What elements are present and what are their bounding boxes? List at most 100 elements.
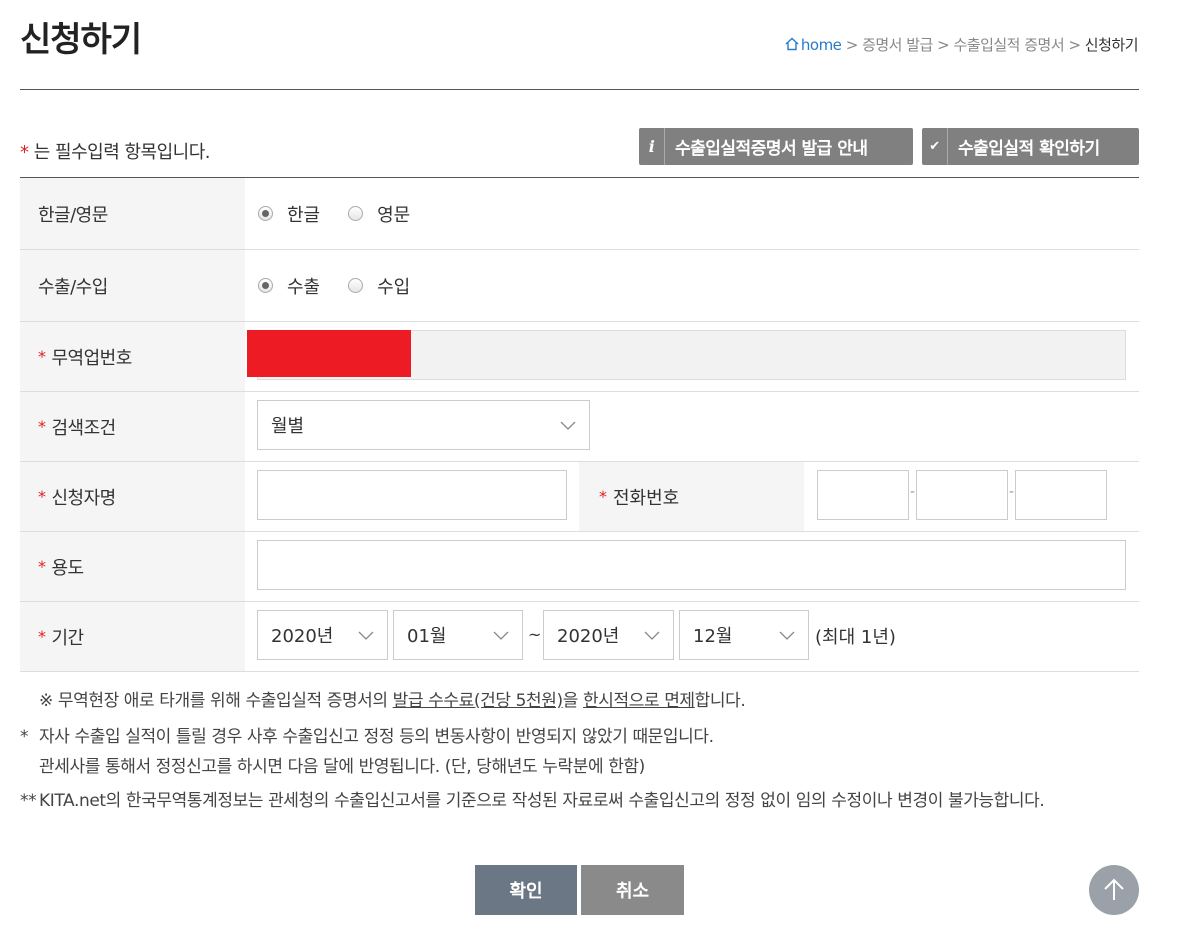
chevron-down-icon <box>493 631 509 640</box>
from-month-select[interactable]: 01월 <box>393 610 523 660</box>
radio-korean[interactable]: 한글 <box>258 201 320 227</box>
issue-guide-label: 수출입실적증명서 발급 안내 <box>675 139 868 159</box>
required-mark: * <box>38 487 46 506</box>
note-correction-line1: 자사 수출입 실적이 틀릴 경우 사후 수출입신고 정정 등의 변동사항이 반영… <box>39 727 714 747</box>
search-condition-select[interactable]: 월별 <box>257 400 590 450</box>
trade-number-label: 무역업번호 <box>51 347 133 369</box>
note-kita-statistics: ** KITA.net의 한국무역통계정보는 관세청의 수출입신고서를 기준으로… <box>20 786 1150 816</box>
radio-import-label: 수입 <box>377 276 411 298</box>
form-row-purpose: * 용도 <box>20 532 1139 602</box>
breadcrumb-item-trade-certificate[interactable]: 수출입실적 증명서 <box>953 36 1064 54</box>
period-max-note: (최대 1년) <box>815 627 896 648</box>
to-month-select[interactable]: 12월 <box>679 610 809 660</box>
period-tilde: ~ <box>528 625 542 644</box>
title-divider <box>20 89 1139 90</box>
required-mark: * <box>38 417 46 436</box>
redaction-block <box>247 330 411 377</box>
radio-english-label: 영문 <box>377 204 411 226</box>
notes-section: ※ 무역현장 애로 타개를 위해 수출입실적 증명서의 발급 수수료(건당 5천… <box>20 686 1150 816</box>
purpose-header: * 용도 <box>20 532 245 601</box>
period-header: * 기간 <box>20 602 245 671</box>
chevron-down-icon <box>358 631 374 640</box>
note-correction: * 자사 수출입 실적이 틀릴 경우 사후 수출입신고 정정 등의 변동사항이 … <box>20 722 1150 782</box>
note-kita-text: KITA.net의 한국무역통계정보는 관세청의 수출입신고서를 기준으로 작성… <box>39 791 1045 811</box>
confirm-button[interactable]: 확인 <box>475 865 577 915</box>
phone-input-2[interactable] <box>916 470 1008 520</box>
issue-guide-button[interactable]: i 수출입실적증명서 발급 안내 <box>639 128 913 165</box>
breadcrumb: home > 증명서 발급 > 수출입실적 증명서 > 신청하기 <box>785 34 1139 55</box>
phone-label: 전화번호 <box>613 487 680 509</box>
purpose-label: 용도 <box>51 557 85 579</box>
radio-korean-label: 한글 <box>287 204 321 226</box>
from-month-value: 01월 <box>407 626 447 647</box>
required-note-text: 는 필수입력 항목입니다. <box>33 142 211 163</box>
note-text: 합니다. <box>694 691 746 711</box>
phone-header: * 전화번호 <box>579 462 804 531</box>
phone-input-1[interactable] <box>817 470 909 520</box>
radio-dot <box>348 206 364 221</box>
language-label: 한글/영문 <box>20 178 245 249</box>
check-record-button[interactable]: ✔ 수출입실적 확인하기 <box>922 128 1139 165</box>
required-mark: * <box>38 557 46 576</box>
note-marker: * <box>20 727 29 747</box>
note-fee-exemption: ※ 무역현장 애로 타개를 위해 수출입실적 증명서의 발급 수수료(건당 5천… <box>20 686 1150 716</box>
to-year-value: 2020년 <box>557 626 620 647</box>
chevron-down-icon <box>779 631 795 640</box>
radio-export[interactable]: 수출 <box>258 273 320 299</box>
radio-dot <box>258 278 273 293</box>
scroll-top-button[interactable] <box>1089 865 1139 915</box>
required-mark: * <box>599 487 607 506</box>
trade-type-label: 수출/수입 <box>20 250 245 321</box>
form-row-applicant: * 신청자명 * 전화번호 - - <box>20 462 1139 532</box>
phone-separator: - <box>910 484 916 500</box>
from-year-select[interactable]: 2020년 <box>257 610 388 660</box>
radio-english[interactable]: 영문 <box>348 201 410 227</box>
applicant-name-input[interactable] <box>257 470 567 520</box>
required-mark: * <box>38 347 46 366</box>
radio-dot <box>348 278 364 293</box>
check-record-label: 수출입실적 확인하기 <box>958 139 1100 159</box>
breadcrumb-separator: > <box>1068 36 1081 54</box>
to-month-value: 12월 <box>693 626 733 647</box>
form-row-period: * 기간 2020년 01월 ~ 2020년 12월 (최대 1년) <box>20 602 1139 672</box>
breadcrumb-separator: > <box>937 36 950 54</box>
phone-separator: - <box>1009 484 1015 500</box>
from-year-value: 2020년 <box>271 626 334 647</box>
note-correction-line2: 관세사를 통해서 정정신고를 하시면 다음 달에 반영됩니다. (단, 당해년도… <box>39 757 645 777</box>
period-label: 기간 <box>51 627 85 649</box>
required-mark: * <box>20 142 29 163</box>
search-condition-label: 검색조건 <box>51 417 117 439</box>
radio-dot <box>258 206 273 221</box>
breadcrumb-item-certificate-issue[interactable]: 증명서 발급 <box>862 36 933 54</box>
applicant-label: 신청자명 <box>51 487 117 509</box>
chevron-down-icon <box>560 421 576 430</box>
search-condition-value: 월별 <box>271 416 305 437</box>
cancel-button[interactable]: 취소 <box>581 865 684 915</box>
to-year-select[interactable]: 2020년 <box>543 610 674 660</box>
required-mark: * <box>38 627 46 646</box>
note-text: 을 <box>562 691 583 711</box>
chevron-down-icon <box>644 631 660 640</box>
application-form: 한글/영문 한글 영문 수출/수입 수출 수입 * 무역업번호 * 검색조건 월별 <box>20 177 1139 672</box>
info-icon: i <box>639 128 665 165</box>
trade-number-header: * 무역업번호 <box>20 322 245 391</box>
form-row-trade-number: * 무역업번호 <box>20 322 1139 392</box>
form-row-language: 한글/영문 한글 영문 <box>20 178 1139 250</box>
applicant-header: * 신청자명 <box>20 462 245 531</box>
radio-export-label: 수출 <box>287 276 321 298</box>
phone-input-3[interactable] <box>1015 470 1107 520</box>
breadcrumb-separator: > <box>845 36 859 54</box>
required-note: * 는 필수입력 항목입니다. <box>20 138 211 164</box>
purpose-input[interactable] <box>257 540 1126 590</box>
home-icon <box>785 37 799 51</box>
note-marker: ** <box>20 791 37 811</box>
radio-import[interactable]: 수입 <box>348 273 410 299</box>
form-row-search-condition: * 검색조건 월별 <box>20 392 1139 462</box>
page-title: 신청하기 <box>20 20 142 60</box>
form-row-trade-type: 수출/수입 수출 수입 <box>20 250 1139 322</box>
breadcrumb-home-link[interactable]: home <box>785 36 842 54</box>
check-icon: ✔ <box>922 128 948 165</box>
breadcrumb-home-label: home <box>800 36 842 54</box>
breadcrumb-current: 신청하기 <box>1084 36 1139 54</box>
note-text: ※ 무역현장 애로 타개를 위해 수출입실적 증명서의 <box>39 691 393 711</box>
